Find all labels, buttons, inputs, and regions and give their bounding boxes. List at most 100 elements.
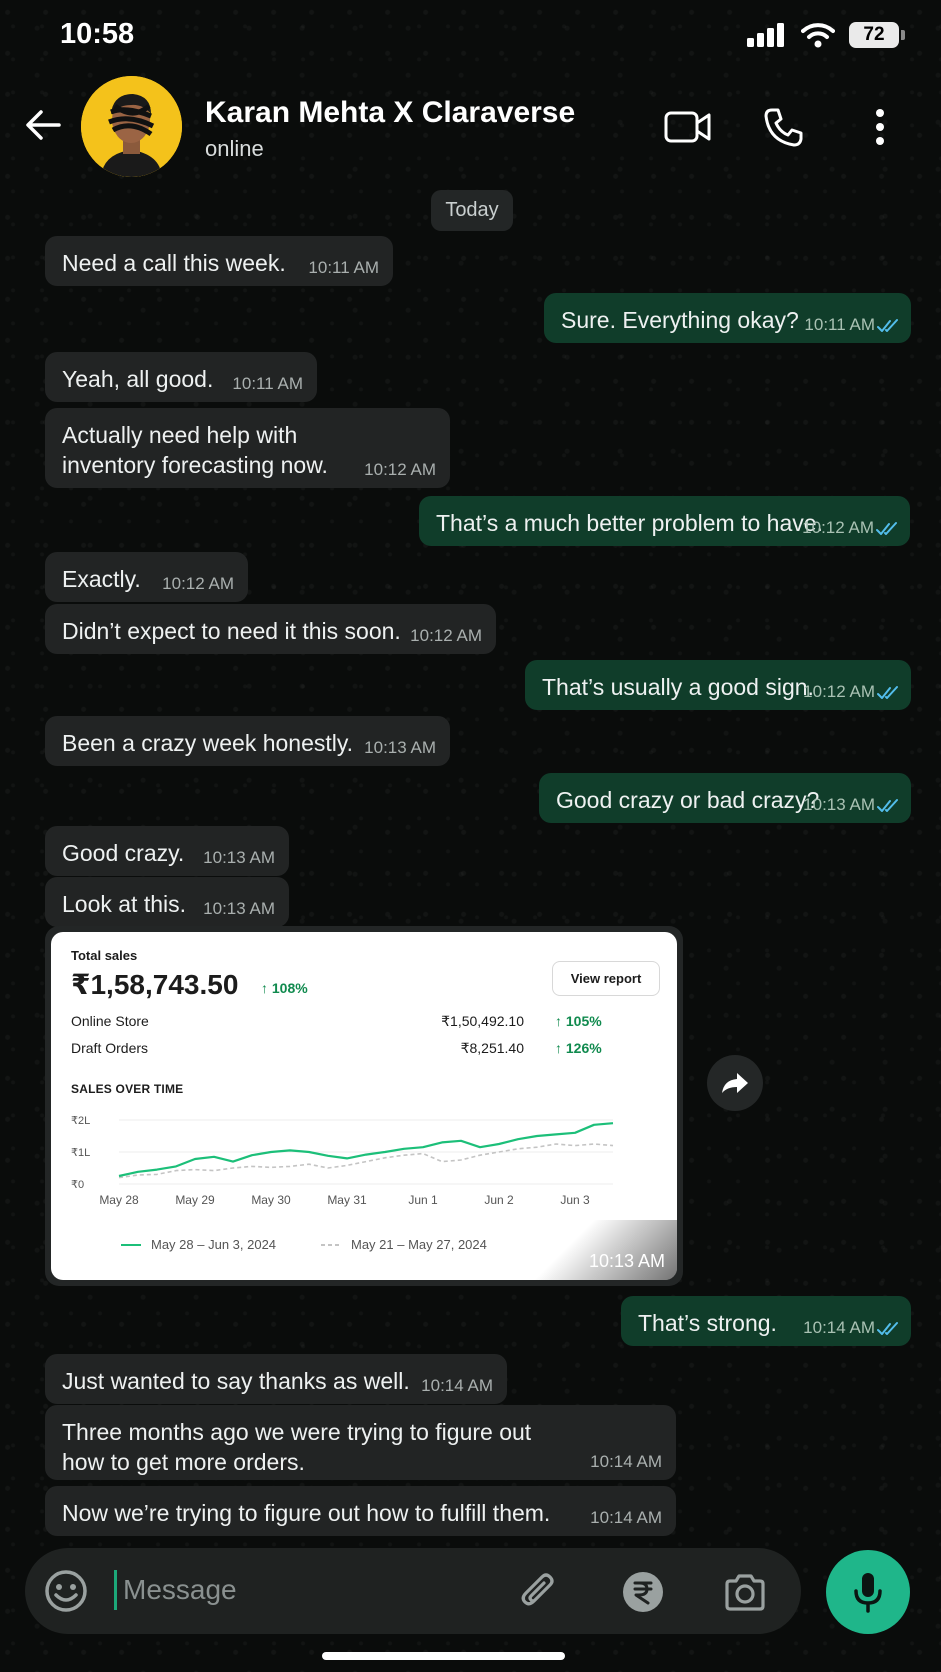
row-value: ₹8,251.40 [460, 1040, 524, 1056]
message-text: Didn’t expect to need it this soon. [62, 618, 401, 644]
video-call-button[interactable] [662, 102, 714, 152]
message-timestamp: 10:12 AM [410, 626, 482, 645]
message-timestamp: 10:14 AM [590, 1452, 662, 1471]
incoming-message[interactable]: Exactly. 10:12 AM [45, 552, 248, 602]
emoji-button[interactable] [43, 1568, 89, 1614]
incoming-message[interactable]: Actually need help with inventory foreca… [45, 408, 450, 488]
more-options-button[interactable] [854, 102, 906, 152]
forward-button[interactable] [707, 1055, 763, 1111]
message-composer [25, 1548, 801, 1634]
read-receipt-icon [877, 799, 898, 812]
message-text: That’s usually a good sign. [542, 674, 814, 700]
message-timestamp: 10:13 AM [364, 738, 436, 757]
contact-status: online [205, 136, 264, 161]
chat-header: Karan Mehta X Claraverse online [0, 74, 941, 182]
read-receipt-icon [877, 319, 898, 332]
message-text: Yeah, all good. [62, 366, 214, 392]
incoming-message[interactable]: Yeah, all good. 10:11 AM [45, 352, 317, 402]
voice-call-button[interactable] [757, 102, 809, 152]
incoming-message[interactable]: Need a call this week. 10:11 AM [45, 236, 393, 286]
legend-label: May 28 – Jun 3, 2024 [151, 1237, 276, 1252]
camera-button[interactable] [721, 1568, 769, 1616]
incoming-message[interactable]: Look at this. 10:13 AM [45, 877, 289, 927]
camera-icon [725, 1574, 765, 1611]
attach-icon [521, 1573, 554, 1606]
message-text: Exactly. [62, 566, 141, 592]
attach-button[interactable] [515, 1568, 563, 1616]
outgoing-message[interactable]: That’s strong. 10:14 AM [621, 1296, 911, 1346]
row-growth: ↑ 105% [555, 1013, 602, 1029]
message-text: That’s a much better problem to have. [436, 510, 823, 536]
row-label: Draft Orders [71, 1040, 149, 1056]
status-time: 10:58 [60, 18, 135, 50]
incoming-message[interactable]: Now we’re trying to figure out how to fu… [45, 1486, 676, 1536]
total-sales-value: ₹1,58,743.50 [71, 969, 239, 1000]
rupee-payment-icon [623, 1572, 663, 1612]
y-tick-label: ₹1L [71, 1147, 90, 1159]
back-arrow-icon [26, 110, 61, 140]
message-timestamp: 10:13 AM [203, 899, 275, 918]
contact-name[interactable]: Karan Mehta X Claraverse [205, 96, 575, 130]
emoji-icon [45, 1570, 87, 1612]
message-text: Good crazy. [62, 840, 185, 866]
y-tick-label: ₹0 [71, 1179, 84, 1191]
view-report-button: View report [552, 961, 660, 996]
avatar-image [81, 76, 182, 177]
y-tick-label: ₹2L [71, 1115, 90, 1127]
incoming-message[interactable]: Been a crazy week honestly. 10:13 AM [45, 716, 450, 766]
image-timestamp: 10:13 AM [588, 1251, 665, 1271]
voice-message-button[interactable] [826, 1550, 910, 1634]
payment-button[interactable] [619, 1568, 667, 1616]
incoming-message[interactable]: Didn’t expect to need it this soon. 10:12… [45, 604, 496, 654]
message-timestamp: 10:14 AM [803, 1318, 875, 1337]
message-text: Three months ago we were trying to figur… [62, 1419, 532, 1475]
chat-screen: 10:58 72 Karan Mehta X Claraverse online… [0, 0, 941, 1672]
date-chip: Today [431, 190, 513, 231]
message-timestamp: 10:12 AM [364, 460, 436, 479]
incoming-message[interactable]: Just wanted to say thanks as well. 10:14 … [45, 1354, 507, 1404]
message-text: Just wanted to say thanks as well. [62, 1368, 410, 1394]
home-indicator [322, 1652, 565, 1660]
message-timestamp: 10:11 AM [232, 374, 303, 393]
x-tick-label: Jun 1 [408, 1193, 438, 1207]
row-value: ₹1,50,492.10 [441, 1013, 524, 1029]
status-icons: 72 [747, 22, 905, 48]
message-timestamp: 10:11 AM [804, 315, 875, 334]
current-series-line [118, 1122, 614, 1178]
message-input[interactable] [123, 1566, 453, 1614]
read-receipt-icon [877, 686, 898, 699]
back-button[interactable] [22, 104, 64, 146]
message-timestamp: 10:14 AM [590, 1508, 662, 1527]
message-timestamp: 10:12 AM [803, 682, 875, 701]
chart-title: SALES OVER TIME [71, 1082, 184, 1096]
mic-icon [854, 1573, 882, 1613]
message-text: That’s strong. [638, 1310, 777, 1336]
outgoing-message[interactable]: That’s a much better problem to have. 10:… [419, 496, 910, 546]
read-receipt-icon [876, 522, 897, 535]
video-call-icon [664, 111, 711, 143]
text-caret [114, 1570, 117, 1610]
wifi-icon [801, 23, 835, 48]
message-timestamp: 10:11 AM [308, 258, 379, 277]
total-sales-growth: ↑ 108% [261, 980, 308, 996]
contact-avatar[interactable] [81, 76, 182, 177]
message-timestamp: 10:12 AM [802, 518, 874, 537]
more-vertical-icon [876, 109, 884, 145]
forward-icon [722, 1073, 748, 1093]
message-text: Now we’re trying to figure out how to fu… [62, 1500, 551, 1526]
outgoing-message[interactable]: Good crazy or bad crazy? 10:13 AM [539, 773, 911, 823]
incoming-message[interactable]: Three months ago we were trying to figur… [45, 1405, 676, 1480]
sales-screenshot: Total sales ₹1,58,743.50 ↑ 108% View rep… [51, 932, 677, 1280]
incoming-message[interactable]: Good crazy. 10:13 AM [45, 826, 289, 876]
battery-indicator: 72 [849, 22, 905, 48]
outgoing-message[interactable]: That’s usually a good sign. 10:12 AM [525, 660, 911, 710]
read-receipt-icon [877, 1322, 898, 1335]
row-growth: ↑ 126% [555, 1040, 602, 1056]
message-text: Need a call this week. [62, 250, 286, 276]
message-text: Sure. Everything okay? [561, 307, 799, 333]
total-sales-label: Total sales [71, 948, 138, 963]
image-message[interactable]: Total sales ₹1,58,743.50 ↑ 108% View rep… [45, 926, 683, 1286]
message-text: Actually need help with inventory foreca… [62, 422, 328, 478]
outgoing-message[interactable]: Sure. Everything okay? 10:11 AM [544, 293, 911, 343]
message-timestamp: 10:13 AM [203, 848, 275, 867]
